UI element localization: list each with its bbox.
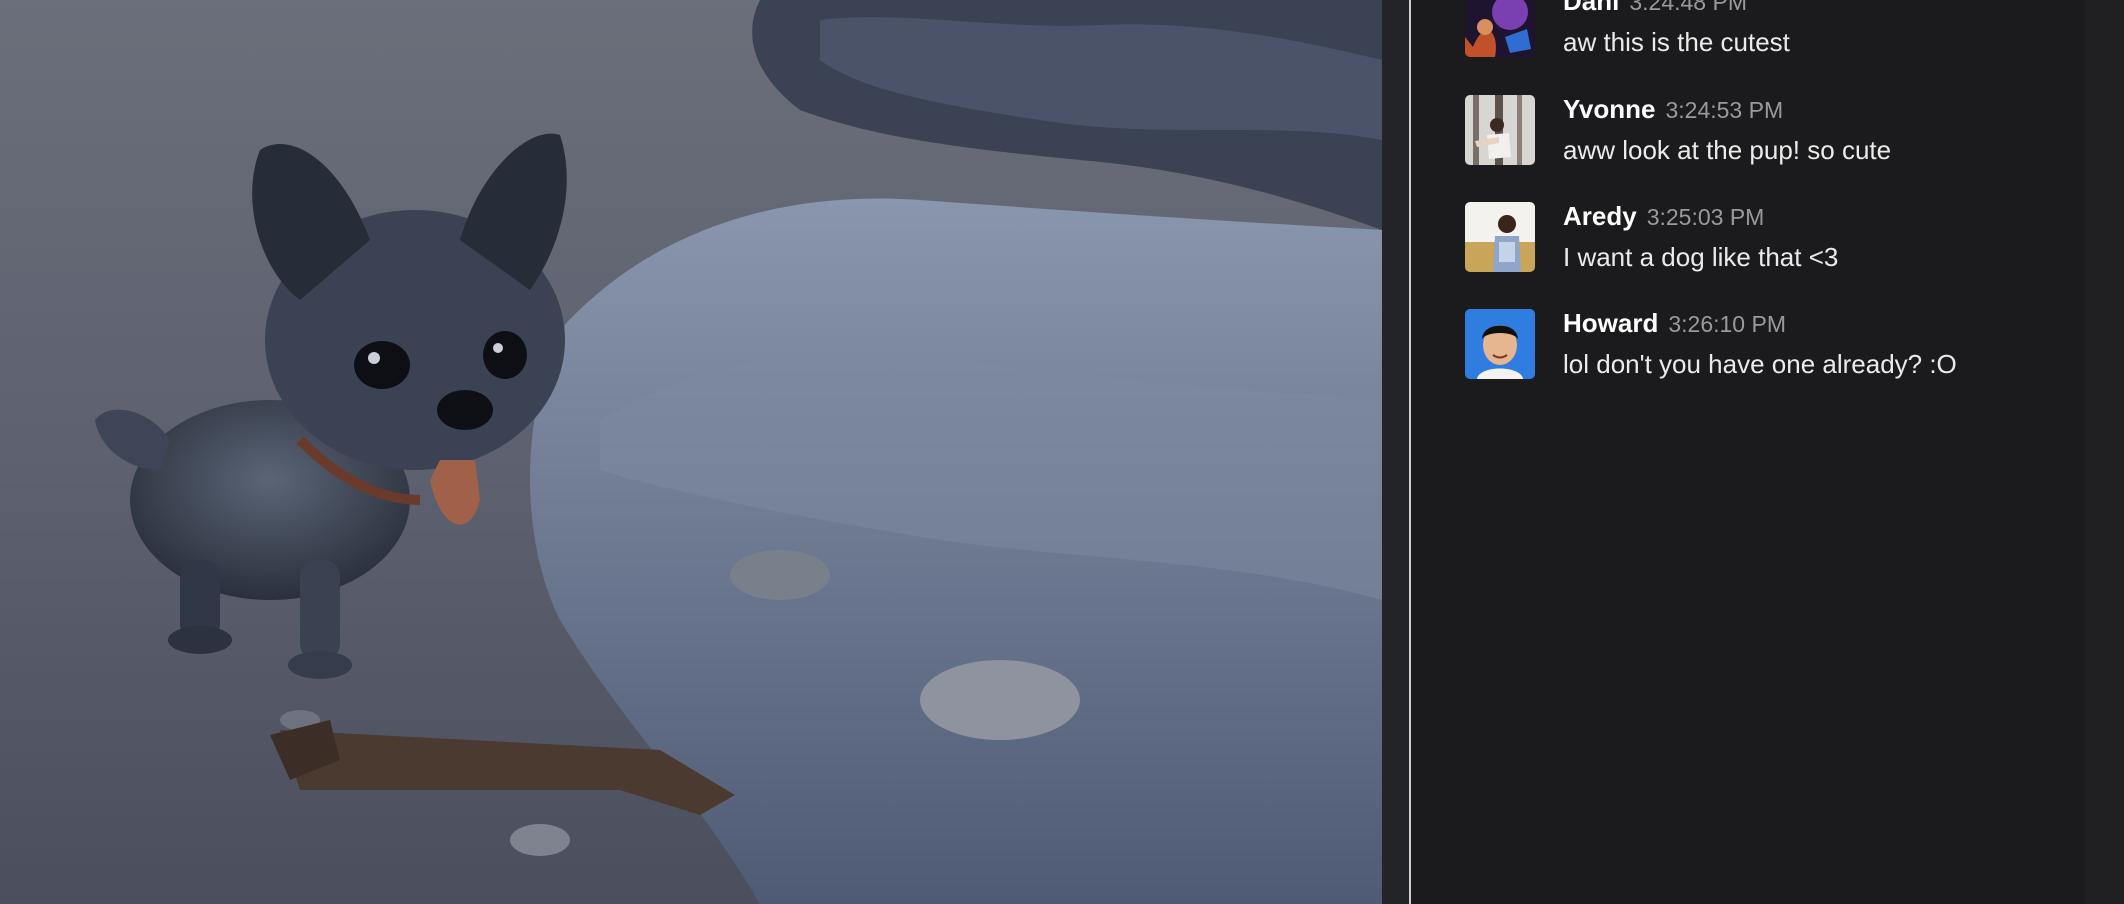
howard-avatar[interactable]: [1465, 309, 1535, 379]
timestamp: 3:26:10 PM: [1668, 311, 1786, 337]
scrollbar-track[interactable]: [2085, 0, 2124, 904]
message-text: aww look at the pup! so cute: [1563, 135, 1892, 165]
dog-scene-image: [0, 0, 1382, 904]
username[interactable]: Howard: [1563, 308, 1658, 338]
message-text: lol don't you have one already? :O: [1563, 349, 1957, 379]
message-text: aw this is the cutest: [1563, 27, 1790, 57]
username[interactable]: Dani: [1563, 0, 1619, 16]
yvonne-avatar[interactable]: [1465, 95, 1535, 165]
username[interactable]: Yvonne: [1563, 94, 1655, 124]
timestamp: 3:24:48 PM: [1629, 0, 1747, 15]
panel-gutter: [1382, 0, 1409, 904]
message-header: Aredy 3:25:03 PM: [1563, 201, 1764, 236]
chat-message: Dani 3:24:48 PM aw this is the cutest: [1465, 0, 2065, 67]
chat-message: Yvonne 3:24:53 PM aww look at the pup! so…: [1465, 94, 2065, 175]
message-header: Howard 3:26:10 PM: [1563, 308, 1786, 343]
aredy-avatar[interactable]: [1465, 202, 1535, 272]
video-frame[interactable]: [0, 0, 1382, 904]
chat-message: Aredy 3:25:03 PM I want a dog like that <…: [1465, 201, 2065, 282]
message-header: Yvonne 3:24:53 PM: [1563, 94, 1783, 129]
chat-panel: Dani 3:24:48 PM aw this is the cutest Yvo…: [1411, 0, 2085, 904]
chat-message: Howard 3:26:10 PM lol don't you have one …: [1465, 308, 2065, 389]
dani-avatar[interactable]: [1465, 0, 1535, 57]
timestamp: 3:25:03 PM: [1646, 204, 1765, 230]
username[interactable]: Aredy: [1563, 201, 1637, 231]
timestamp: 3:24:53 PM: [1665, 97, 1784, 123]
message-header: Dani 3:24:48 PM: [1563, 0, 1747, 21]
message-text: I want a dog like that <3: [1563, 242, 1839, 272]
